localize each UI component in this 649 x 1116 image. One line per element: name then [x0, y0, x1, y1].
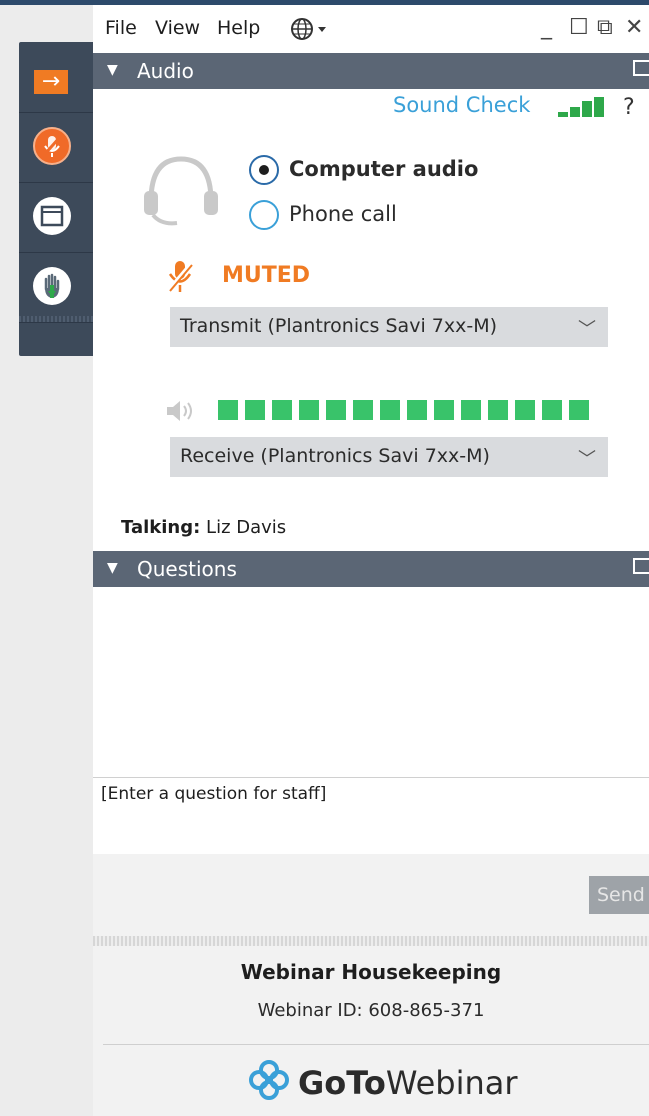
- maximize-button[interactable]: ☐: [569, 15, 589, 40]
- phone-call-radio[interactable]: [249, 200, 279, 230]
- level-segment: [461, 400, 481, 420]
- chevron-down-icon: ﹀: [578, 449, 596, 470]
- popout-icon[interactable]: [633, 558, 649, 574]
- questions-log: [93, 587, 649, 777]
- control-panel-tab: →: [19, 42, 93, 356]
- raise-hand-button[interactable]: [19, 252, 93, 323]
- webinar-footer: Webinar Housekeeping Webinar ID: 608-865…: [93, 946, 649, 1116]
- screen-view-button[interactable]: [19, 182, 93, 253]
- window-icon: [33, 197, 71, 235]
- raise-hand-icon: [33, 267, 71, 305]
- mute-toggle-button[interactable]: [19, 112, 93, 183]
- webinar-id: Webinar ID: 608-865-371: [257, 1000, 485, 1021]
- level-segment: [515, 400, 535, 420]
- menu-help[interactable]: Help: [217, 17, 260, 39]
- mute-status: MUTED: [222, 263, 311, 288]
- arrow-right-icon: →: [34, 70, 68, 94]
- collapse-triangle-icon: ▼: [107, 560, 118, 576]
- level-segment: [380, 400, 400, 420]
- brand-name: GoToWebinar: [298, 1064, 518, 1102]
- audio-section-title: Audio: [137, 59, 194, 83]
- talking-label: Talking:: [121, 517, 201, 538]
- signal-bars-icon: [558, 97, 606, 117]
- transmit-device-select[interactable]: Transmit (Plantronics Savi 7xx-M) ﹀: [170, 307, 608, 347]
- collapse-panel-button[interactable]: →: [19, 50, 93, 113]
- sound-check-link[interactable]: Sound Check: [393, 93, 530, 117]
- phone-call-label[interactable]: Phone call: [289, 202, 397, 226]
- gotowebinar-panel: File View Help _ ☐ ⧉ ✕ ▼ Audio Sound Che…: [93, 5, 649, 1116]
- chevron-down-icon: ﹀: [578, 319, 596, 340]
- question-input[interactable]: [Enter a question for staff]: [93, 777, 649, 855]
- audio-help-button[interactable]: ?: [623, 95, 635, 120]
- level-segment: [434, 400, 454, 420]
- microphone-muted-icon: [165, 259, 195, 299]
- microphone-muted-icon: [33, 127, 71, 165]
- popout-icon[interactable]: [633, 60, 649, 76]
- level-segment: [542, 400, 562, 420]
- menu-file[interactable]: File: [105, 17, 137, 39]
- minimize-button[interactable]: _: [541, 15, 552, 40]
- restore-button[interactable]: ⧉: [597, 15, 613, 40]
- send-button[interactable]: Send: [589, 876, 649, 914]
- level-segment: [218, 400, 238, 420]
- send-area: Send: [93, 854, 649, 936]
- computer-audio-label[interactable]: Computer audio: [289, 157, 478, 181]
- level-segment: [272, 400, 292, 420]
- gotowebinar-logo-icon: [245, 1056, 293, 1108]
- footer-divider: [103, 1044, 649, 1045]
- menu-view[interactable]: View: [155, 17, 200, 39]
- close-button[interactable]: ✕: [625, 15, 643, 40]
- level-segment: [353, 400, 373, 420]
- audio-section-header[interactable]: ▼ Audio: [93, 53, 649, 89]
- level-segment: [569, 400, 589, 420]
- receive-device-select[interactable]: Receive (Plantronics Savi 7xx-M) ﹀: [170, 437, 608, 477]
- menu-bar: File View Help _ ☐ ⧉ ✕: [93, 5, 649, 51]
- computer-audio-radio[interactable]: [249, 155, 279, 185]
- level-segment: [326, 400, 346, 420]
- level-segment: [407, 400, 427, 420]
- question-input-placeholder: [Enter a question for staff]: [101, 784, 327, 804]
- collapse-triangle-icon: ▼: [107, 62, 118, 78]
- talking-name: Liz Davis: [206, 517, 287, 538]
- panel-grip[interactable]: [19, 316, 93, 322]
- speaker-icon: [165, 397, 201, 429]
- questions-section-header[interactable]: ▼ Questions: [93, 551, 649, 587]
- talking-indicator: Talking: Liz Davis: [121, 517, 286, 538]
- headset-icon: [141, 153, 221, 235]
- webinar-title: Webinar Housekeeping: [240, 960, 502, 984]
- level-segment: [299, 400, 319, 420]
- receive-device-value: Receive (Plantronics Savi 7xx-M): [180, 445, 490, 467]
- transmit-device-value: Transmit (Plantronics Savi 7xx-M): [180, 315, 497, 337]
- level-segment: [245, 400, 265, 420]
- globe-icon[interactable]: [289, 15, 333, 47]
- level-segment: [488, 400, 508, 420]
- questions-section-title: Questions: [137, 557, 237, 581]
